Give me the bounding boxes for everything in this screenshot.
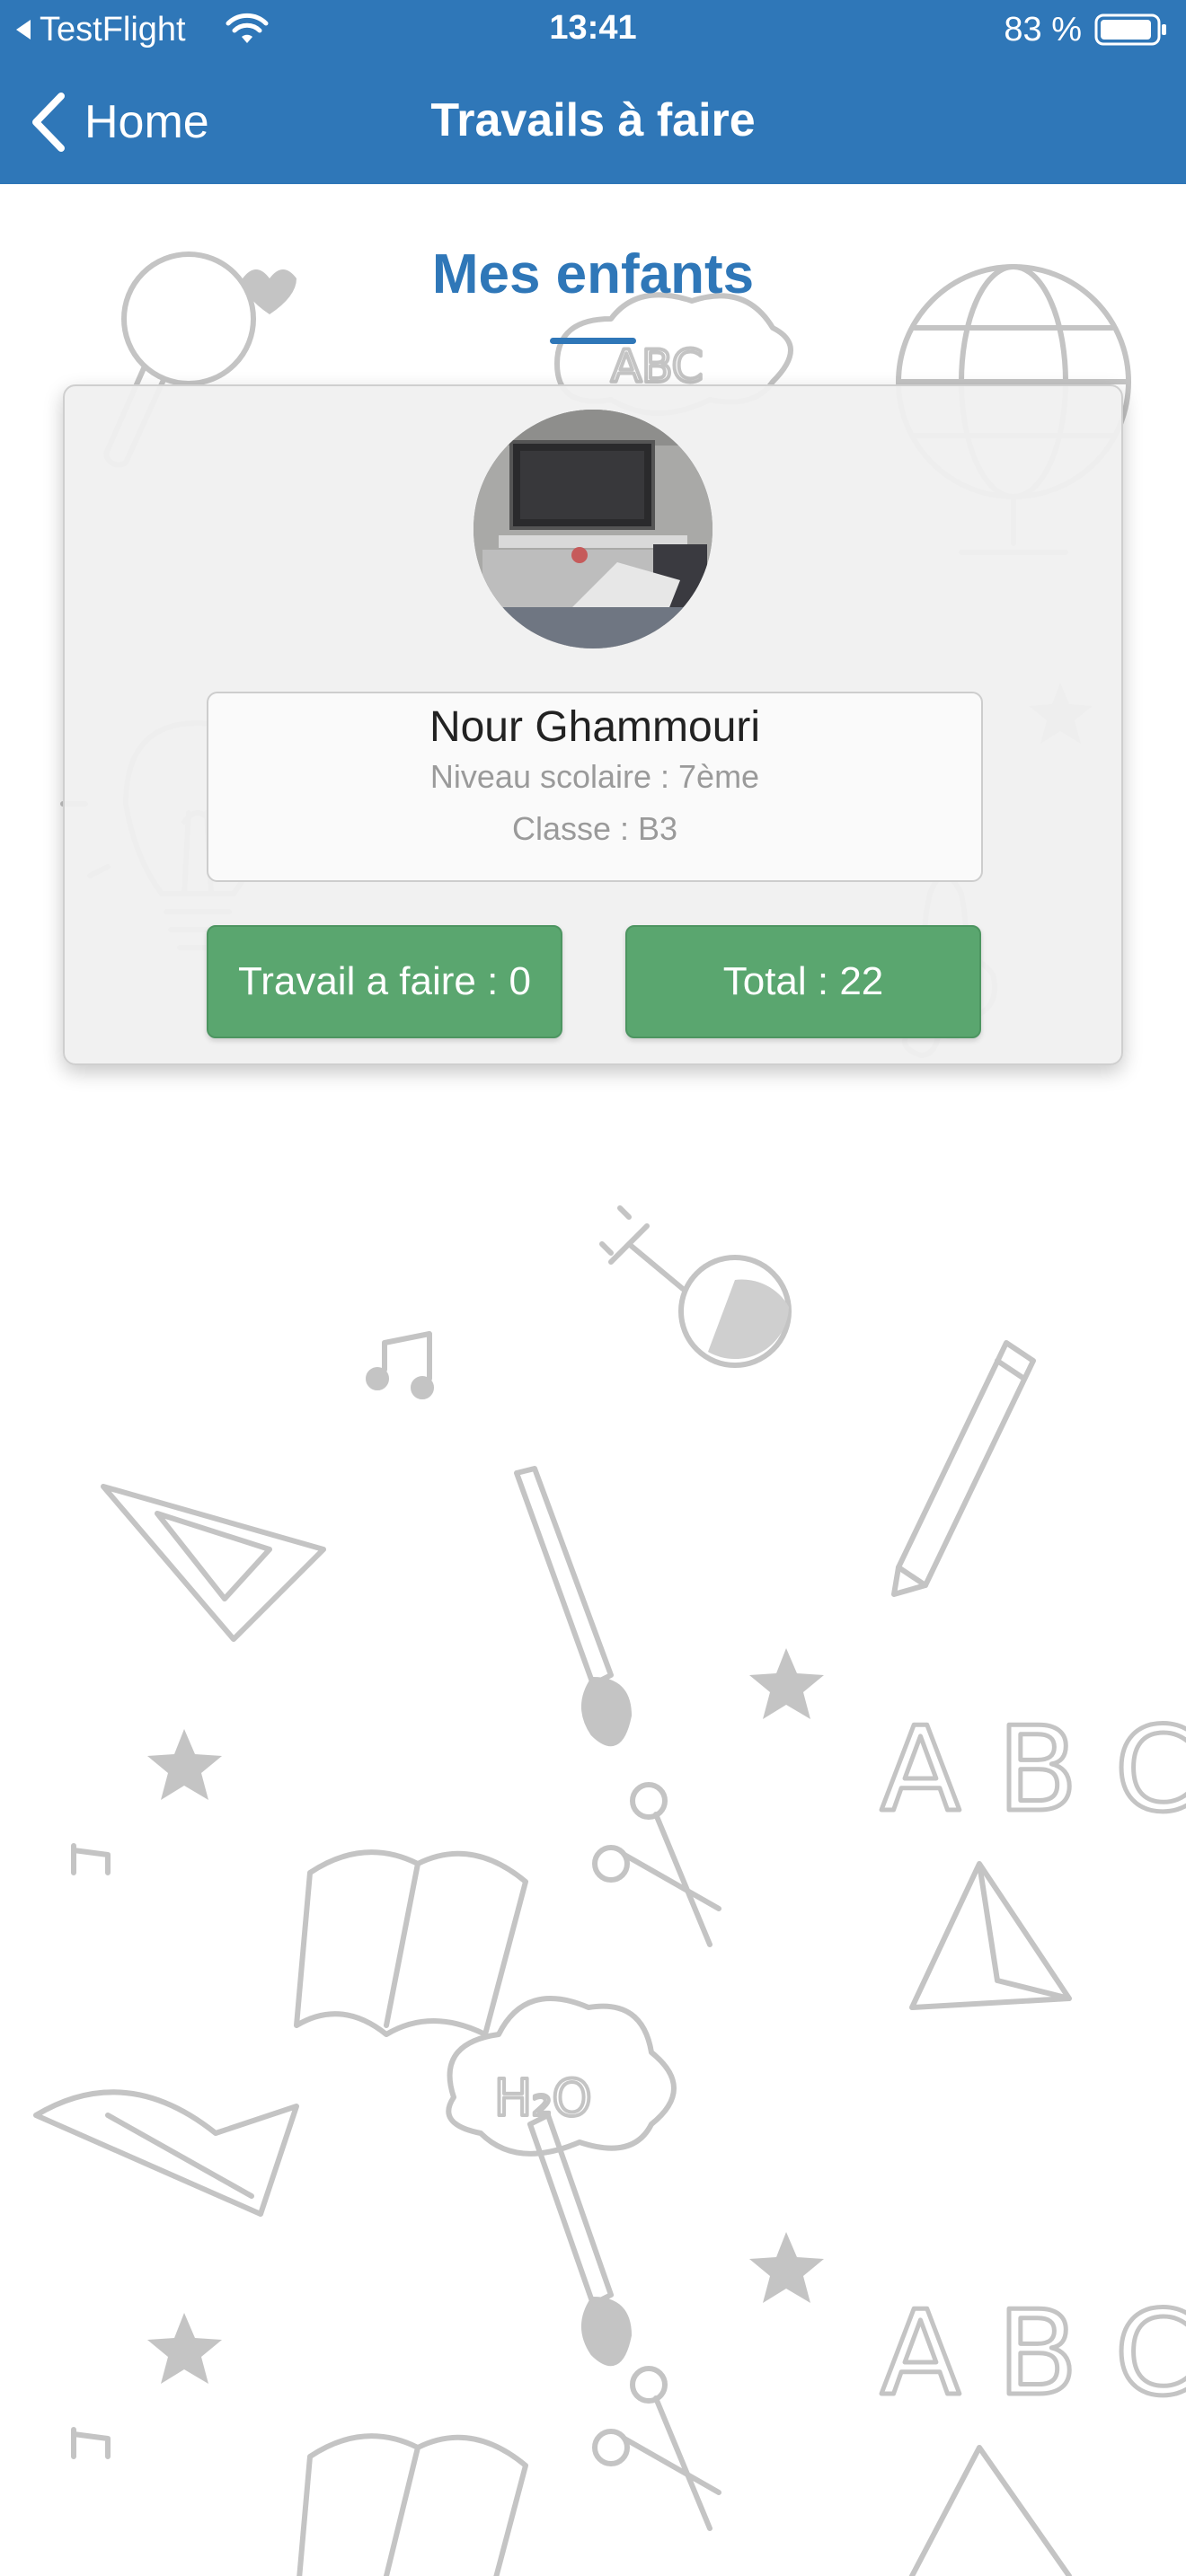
battery-icon <box>1094 13 1166 46</box>
svg-text:A B C: A B C <box>881 1701 1186 1838</box>
protractor-doodle <box>33 2089 299 2217</box>
music-note-doodle <box>366 1331 434 1399</box>
section-title: Mes enfants <box>431 243 755 305</box>
child-card[interactable]: Nour Ghammouri Niveau scolaire : 7ème Cl… <box>63 384 1123 1065</box>
child-class: Classe : B3 <box>511 810 678 847</box>
page-title: Travails à faire <box>430 94 756 146</box>
flask-doodle <box>599 1205 792 1368</box>
child-name: Nour Ghammouri <box>429 703 761 751</box>
status-bar: TestFlight 13:41 83 % <box>0 0 1186 59</box>
pencil-doodle <box>891 1340 1036 1597</box>
child-avatar <box>474 410 712 648</box>
battery-percent: 83 % <box>1004 10 1082 49</box>
h2o-cloud-doodle: H₂O <box>446 1996 677 2367</box>
homework-total-button[interactable]: Total : 22 <box>625 925 981 1038</box>
paintbrush-doodle <box>514 1466 632 1747</box>
child-info-box: Nour Ghammouri Niveau scolaire : 7ème Cl… <box>207 692 983 882</box>
avatar-photo <box>474 410 712 648</box>
triangle-ruler-doodle <box>101 1484 326 1642</box>
small-note-doodle <box>71 1843 111 2459</box>
paper-plane-doodle <box>909 1861 1072 2576</box>
section-underline <box>550 338 636 344</box>
homework-todo-button[interactable]: Travail a faire : 0 <box>207 925 562 1038</box>
status-right: 83 % <box>1004 9 1168 50</box>
child-level: Niveau scolaire : 7ème <box>429 758 760 795</box>
top-bar: TestFlight 13:41 83 % Home Travails à fa… <box>0 0 1186 184</box>
scissors-doodle <box>592 1782 721 2531</box>
abc-letters-doodle: A B C A B C <box>879 1699 1186 2424</box>
svg-text:A B C: A B C <box>881 2285 1186 2422</box>
book-doodle <box>294 1849 528 2576</box>
